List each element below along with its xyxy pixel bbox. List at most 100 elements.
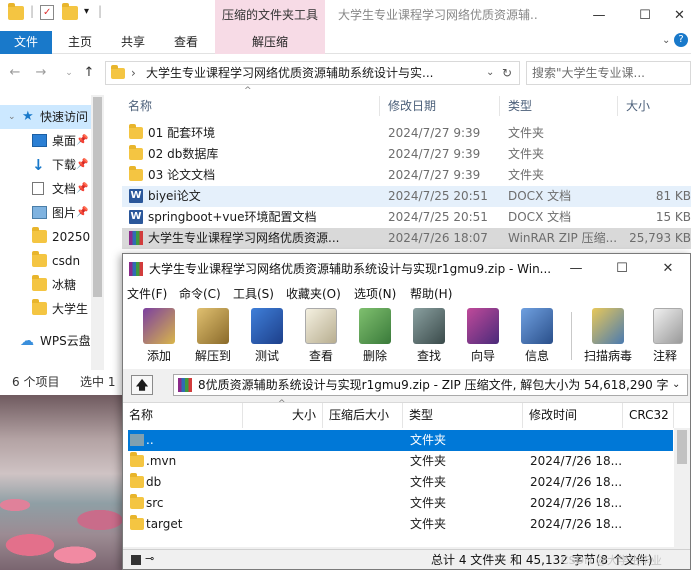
column-header-type[interactable]: 类型: [508, 96, 532, 116]
up-icon[interactable]: ↑: [80, 64, 98, 82]
nav-item-desktop[interactable]: 桌面 📌: [0, 129, 90, 153]
nav-item-label: 快速访问: [40, 110, 89, 124]
toolbar-label: 添加: [146, 349, 171, 363]
ribbon-tab-extract[interactable]: 解压缩: [215, 31, 325, 54]
winrar-path-bar: 🡅 8优质资源辅助系统设计与实现r1gmu9.zip - ZIP 压缩文件, 解…: [123, 371, 690, 399]
file-row[interactable]: 03 论文文档 2024/7/27 9:39 文件夹: [122, 165, 691, 186]
address-box[interactable]: › 大学生专业课程学习网络优质资源辅助系统设计与实... ⌄ ↻: [105, 61, 520, 85]
nav-item-folder-daxuesheng[interactable]: 大学生: [0, 297, 90, 321]
winrar-titlebar: 大学生专业课程学习网络优质资源辅助系统设计与实现r1gmu9.zip - Win…: [123, 254, 690, 284]
nav-item-pictures[interactable]: 图片 📌: [0, 201, 90, 225]
nav-item-documents[interactable]: 文档 📌: [0, 177, 90, 201]
archive-row[interactable]: db 文件夹 2024/7/26 18...: [128, 472, 673, 493]
toolbar-label: 删除: [362, 349, 387, 363]
nav-item-downloads[interactable]: ↓ 下载 📌: [0, 153, 90, 177]
nav-item-folder-bingtang[interactable]: 冰糖: [0, 273, 90, 297]
archive-row[interactable]: .. 文件夹: [128, 430, 673, 451]
menu-help[interactable]: 帮助(H): [410, 284, 452, 304]
sort-ascending-icon: ^: [244, 86, 252, 96]
up-folder-button[interactable]: 🡅: [131, 375, 153, 395]
status-bar: 6 个项目 选中 1: [0, 370, 122, 394]
back-icon[interactable]: ←: [6, 64, 24, 82]
minimize-button[interactable]: —: [576, 0, 622, 31]
nav-item-quick-access[interactable]: ⌄ ★ 快速访问: [0, 105, 91, 129]
close-button[interactable]: ✕: [645, 254, 691, 284]
ribbon-tab-file[interactable]: 文件: [0, 31, 52, 54]
column-header-name[interactable]: 名称: [123, 403, 243, 428]
find-button[interactable]: 查找: [403, 306, 455, 366]
nav-item-folder-202507[interactable]: 202507: [0, 225, 98, 249]
info-button[interactable]: 信息: [511, 306, 563, 366]
ribbon-tab-home[interactable]: 主页: [68, 31, 92, 54]
refresh-icon[interactable]: ↻: [502, 62, 512, 84]
path-dropdown-icon[interactable]: ⌄: [672, 375, 680, 395]
nav-scrollbar-thumb[interactable]: [93, 97, 102, 297]
recent-locations-icon[interactable]: ⌄: [60, 64, 78, 82]
column-header-name[interactable]: 名称: [128, 96, 152, 116]
maximize-button[interactable]: ☐: [599, 254, 645, 284]
drive-icon[interactable]: [131, 555, 141, 565]
column-header-packed-size[interactable]: 压缩后大小: [323, 403, 403, 428]
expand-icon[interactable]: ⌄: [8, 105, 16, 129]
breadcrumb-separator-icon: ›: [131, 66, 136, 80]
entry-type: 文件夹: [410, 496, 447, 510]
properties-icon[interactable]: ✓: [40, 5, 54, 20]
download-icon: ↓: [32, 156, 45, 174]
archive-row[interactable]: target 文件夹 2024/7/26 18...: [128, 514, 673, 534]
archive-row[interactable]: .mvn 文件夹 2024/7/26 18...: [128, 451, 673, 472]
collapse-ribbon-icon[interactable]: ⌄: [662, 35, 670, 46]
delete-button[interactable]: 删除: [349, 306, 401, 366]
column-header-size[interactable]: 大小: [626, 96, 650, 116]
customize-quick-access-icon[interactable]: ▾: [84, 6, 89, 17]
nav-item-folder-csdn[interactable]: csdn: [0, 249, 90, 273]
archive-path-box[interactable]: 8优质资源辅助系统设计与实现r1gmu9.zip - ZIP 压缩文件, 解包大…: [173, 374, 688, 396]
file-type: DOCX 文档: [508, 189, 572, 203]
nav-item-wps-cloud[interactable]: ☁ WPS云盘: [0, 329, 90, 353]
toolbar-label: 测试: [254, 349, 279, 363]
nav-scrollbar[interactable]: [91, 95, 104, 370]
menu-tools[interactable]: 工具(S): [233, 284, 274, 304]
search-input[interactable]: 搜索"大学生专业课...: [532, 62, 682, 84]
file-name: 01 配套环境: [148, 126, 216, 140]
file-date: 2024/7/27 9:39: [388, 147, 481, 161]
ribbon-tab-share[interactable]: 共享: [121, 31, 145, 54]
new-folder-icon[interactable]: [62, 3, 78, 20]
view-button[interactable]: 查看: [295, 306, 347, 366]
wizard-button[interactable]: 向导: [457, 306, 509, 366]
menu-file[interactable]: 文件(F): [127, 284, 167, 304]
selected-count: 选中 1: [80, 375, 116, 389]
column-header-type[interactable]: 类型: [403, 403, 523, 428]
menu-favorites[interactable]: 收藏夹(O): [286, 284, 341, 304]
parent-folder-icon: [130, 434, 144, 446]
test-button[interactable]: 测试: [241, 306, 293, 366]
maximize-button[interactable]: ☐: [622, 0, 668, 31]
archive-scrollbar-thumb[interactable]: [677, 430, 687, 464]
minimize-button[interactable]: —: [553, 254, 599, 284]
scan-virus-button[interactable]: 扫描病毒: [577, 306, 639, 366]
context-tab-title: 压缩的文件夹工具: [215, 0, 325, 31]
menu-commands[interactable]: 命令(C): [179, 284, 221, 304]
column-header-date[interactable]: 修改日期: [388, 96, 436, 116]
file-date: 2024/7/27 9:39: [388, 126, 481, 140]
column-header-modified[interactable]: 修改时间: [523, 403, 623, 428]
archive-row[interactable]: src 文件夹 2024/7/26 18...: [128, 493, 673, 514]
toolbar-label: 向导: [470, 349, 495, 363]
file-row[interactable]: 大学生专业课程学习网络优质资源... 2024/7/26 18:07 WinRA…: [122, 228, 691, 249]
help-icon[interactable]: ?: [674, 33, 688, 47]
file-row[interactable]: W biyei论文 2024/7/25 20:51 DOCX 文档 81 KB: [122, 186, 691, 207]
archive-scrollbar[interactable]: [674, 428, 690, 548]
comment-button[interactable]: 注释: [639, 306, 690, 366]
column-header-crc32[interactable]: CRC32: [623, 403, 674, 428]
forward-icon[interactable]: →: [32, 64, 50, 82]
file-row[interactable]: 02 db数据库 2024/7/27 9:39 文件夹: [122, 144, 691, 165]
ribbon-tab-view[interactable]: 查看: [174, 31, 198, 54]
search-box[interactable]: 搜索"大学生专业课...: [526, 61, 691, 85]
close-button[interactable]: ✕: [668, 0, 691, 31]
column-header-size[interactable]: 大小: [243, 403, 323, 428]
add-button[interactable]: 添加: [133, 306, 185, 366]
extract-to-button[interactable]: 解压到: [187, 306, 239, 366]
address-history-icon[interactable]: ⌄: [486, 62, 494, 84]
file-row[interactable]: 01 配套环境 2024/7/27 9:39 文件夹: [122, 123, 691, 144]
file-row[interactable]: W springboot+vue环境配置文档 2024/7/25 20:51 D…: [122, 207, 691, 228]
menu-options[interactable]: 选项(N): [354, 284, 396, 304]
